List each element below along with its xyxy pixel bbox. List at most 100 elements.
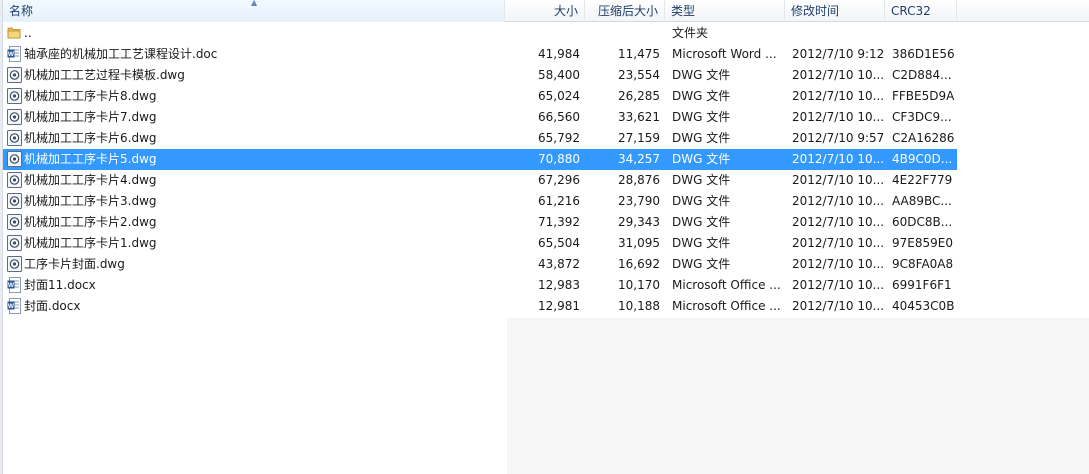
file-row[interactable]: W 封面11.docx 12,983 10,170 Microsoft Office .… [3,275,957,296]
file-name: .. [24,26,32,40]
file-size: 61,216 [538,194,580,208]
dwg-file-icon [7,193,23,210]
file-crc32: 386D1E56 [892,47,955,61]
file-modified-time: 2012/7/10 10... [792,194,885,208]
file-row[interactable]: 机械加工工序卡片4.dwg 67,296 28,876 DWG 文件 2012/7/10… [3,170,957,191]
column-header-modified-label: 修改时间 [791,4,840,18]
word-doc-icon: W [7,46,23,63]
file-modified-time: 2012/7/10 10... [792,236,885,250]
file-packed-size: 10,170 [618,278,660,292]
file-crc32: 40453C0B [892,299,955,313]
file-type: DWG 文件 [672,236,731,250]
file-packed-size: 29,343 [618,215,660,229]
sort-ascending-icon: ▲ [251,0,258,7]
file-crc32 [892,23,957,44]
dwg-file-icon [7,214,23,231]
file-packed-size: 23,790 [618,194,660,208]
file-size: 65,792 [538,131,580,145]
file-size: 43,872 [538,257,580,271]
file-packed-size: 11,475 [618,47,660,61]
dwg-file-icon [7,172,23,189]
file-size: 67,296 [538,173,580,187]
file-name: 机械加工工序卡片3.dwg [24,194,157,208]
file-crc32: 9C8FA0A8 [892,257,954,271]
file-row[interactable]: W 封面.docx 12,981 10,188 Microsoft Office ...… [3,296,957,317]
file-type: Microsoft Office ... [672,278,781,292]
file-row[interactable]: 机械加工工序卡片2.dwg 71,392 29,343 DWG 文件 2012/7/10… [3,212,957,233]
file-type: DWG 文件 [672,152,731,166]
file-type: DWG 文件 [672,215,731,229]
file-size: 41,984 [538,47,580,61]
file-name: 机械加工工序卡片8.dwg [24,89,157,103]
file-crc32: 4E22F779 [892,173,953,187]
file-crc32: CF3DC9... [892,110,952,124]
file-size: 58,400 [538,68,580,82]
column-header-modified[interactable]: 修改时间 [785,0,885,22]
column-header-packed-size-label: 压缩后大小 [597,4,658,18]
file-packed-size: 10,188 [618,299,660,313]
svg-text:W: W [8,51,15,58]
file-crc32: 4B9C0D... [892,152,953,166]
file-modified-time: 2012/7/10 10... [792,257,885,271]
file-name: 机械加工工序卡片1.dwg [24,236,157,250]
word-doc-icon: W [7,277,23,294]
column-header-type-label: 类型 [671,4,696,18]
column-header-crc32[interactable]: CRC32 [885,0,957,22]
file-size [508,23,580,44]
file-row[interactable]: 机械加工工序卡片7.dwg 66,560 33,621 DWG 文件 2012/7/10… [3,107,957,128]
file-size: 71,392 [538,215,580,229]
empty-list-area [507,318,1089,474]
file-type: 文件夹 [672,26,709,40]
file-crc32: C2A16286 [892,131,955,145]
file-row[interactable]: 机械加工工序卡片3.dwg 61,216 23,790 DWG 文件 2012/7/10… [3,191,957,212]
column-header-crc32-label: CRC32 [891,4,931,18]
file-packed-size: 34,257 [618,152,660,166]
dwg-file-icon [7,151,23,168]
dwg-file-icon [7,235,23,252]
column-header-size[interactable]: 大小 [505,0,585,22]
column-header-name-label: 名称 [9,4,34,18]
dwg-file-icon [7,88,23,105]
file-row[interactable]: 机械加工工艺过程卡模板.dwg 58,400 23,554 DWG 文件 2012/7/… [3,65,957,86]
column-header-packed-size[interactable]: 压缩后大小 [585,0,665,22]
file-packed-size: 27,159 [618,131,660,145]
file-type: DWG 文件 [672,110,731,124]
file-modified-time: 2012/7/10 10... [792,173,885,187]
file-name: 机械加工工序卡片4.dwg [24,173,157,187]
file-modified-time: 2012/7/10 10... [792,299,885,313]
file-name: 机械加工工序卡片6.dwg [24,131,157,145]
file-name: 封面.docx [24,299,81,313]
file-row-selected[interactable]: 机械加工工序卡片5.dwg 70,880 34,257 DWG 文件 2012/7/10… [3,149,957,170]
word-doc-icon: W [7,298,23,315]
file-type: Microsoft Office ... [672,299,781,313]
file-name: 机械加工工艺过程卡模板.dwg [24,68,185,82]
file-row[interactable]: W 轴承座的机械加工工艺课程设计.doc 41,984 11,475 Microsoft… [3,44,957,65]
dwg-file-icon [7,67,23,84]
file-type: DWG 文件 [672,257,731,271]
file-type: Microsoft Word ... [672,47,777,61]
file-type: DWG 文件 [672,68,731,82]
file-modified-time [792,23,887,44]
file-row[interactable]: 工序卡片封面.dwg 43,872 16,692 DWG 文件 2012/7/10 10… [3,254,957,275]
file-modified-time: 2012/7/10 9:12 [792,47,885,61]
file-row[interactable]: .. 文件夹 [3,23,957,44]
file-row[interactable]: 机械加工工序卡片6.dwg 65,792 27,159 DWG 文件 2012/7/10… [3,128,957,149]
file-size: 12,981 [538,299,580,313]
column-header-size-label: 大小 [553,4,578,18]
file-row[interactable]: 机械加工工序卡片8.dwg 65,024 26,285 DWG 文件 2012/7/10… [3,86,957,107]
file-modified-time: 2012/7/10 10... [792,215,885,229]
file-name: 机械加工工序卡片2.dwg [24,215,157,229]
file-name: 机械加工工序卡片7.dwg [24,110,157,124]
file-modified-time: 2012/7/10 10... [792,278,885,292]
column-header-type[interactable]: 类型 [665,0,785,22]
file-type: DWG 文件 [672,131,731,145]
file-row[interactable]: 机械加工工序卡片1.dwg 65,504 31,095 DWG 文件 2012/7/10… [3,233,957,254]
file-size: 12,983 [538,278,580,292]
file-type: DWG 文件 [672,89,731,103]
file-crc32: 6991F6F1 [892,278,952,292]
file-packed-size: 26,285 [618,89,660,103]
file-name: 轴承座的机械加工工艺课程设计.doc [24,47,218,61]
dwg-file-icon [7,130,23,147]
file-packed-size: 31,095 [618,236,660,250]
file-crc32: AA89BC... [892,194,952,208]
